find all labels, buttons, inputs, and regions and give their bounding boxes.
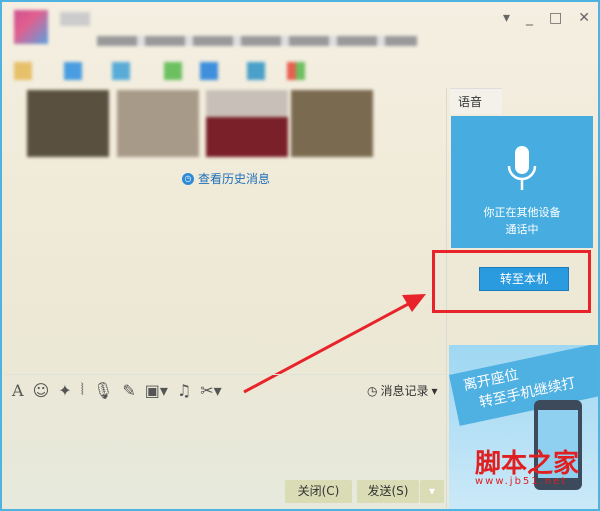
edit-icon[interactable]: ✎: [122, 381, 135, 400]
send-button[interactable]: 发送(S): [357, 480, 419, 503]
chevron-down-icon: ▾: [431, 383, 438, 398]
ad-banner[interactable]: 离开座位 转至手机继续打 脚本之家 www.jb51.net: [449, 345, 598, 509]
image-icon[interactable]: ▣▾: [145, 381, 168, 400]
message-record-button[interactable]: ◷ 消息记录 ▾: [367, 382, 438, 399]
emoji-icon[interactable]: ☺: [33, 381, 50, 400]
screenshot-icon[interactable]: ✂▾: [200, 381, 221, 400]
chat-window: ▾ _ □ ✕ ◷ 查看历史消息 语音 你正在其他设备 通话中 转至本机 A ☺…: [0, 0, 600, 511]
voice-icon[interactable]: 🎙︎: [93, 381, 113, 400]
shake-icon[interactable]: ⦚: [81, 380, 84, 400]
divider: [4, 374, 446, 375]
font-icon[interactable]: A: [12, 381, 24, 400]
send-options-chevron-icon[interactable]: ▾: [420, 480, 444, 503]
watermark: 脚本之家: [475, 449, 580, 479]
input-toolbar: A ☺ ✦ ⦚ 🎙︎ ✎ ▣▾ ♫ ✂▾: [12, 380, 222, 400]
close-button[interactable]: 关闭(C): [285, 480, 352, 503]
music-icon[interactable]: ♫: [177, 381, 191, 400]
magic-icon[interactable]: ✦: [58, 381, 71, 400]
record-label: 消息记录: [380, 384, 429, 398]
watermark-url: www.jb51.net: [475, 476, 568, 487]
clock-icon: ◷: [367, 383, 378, 398]
